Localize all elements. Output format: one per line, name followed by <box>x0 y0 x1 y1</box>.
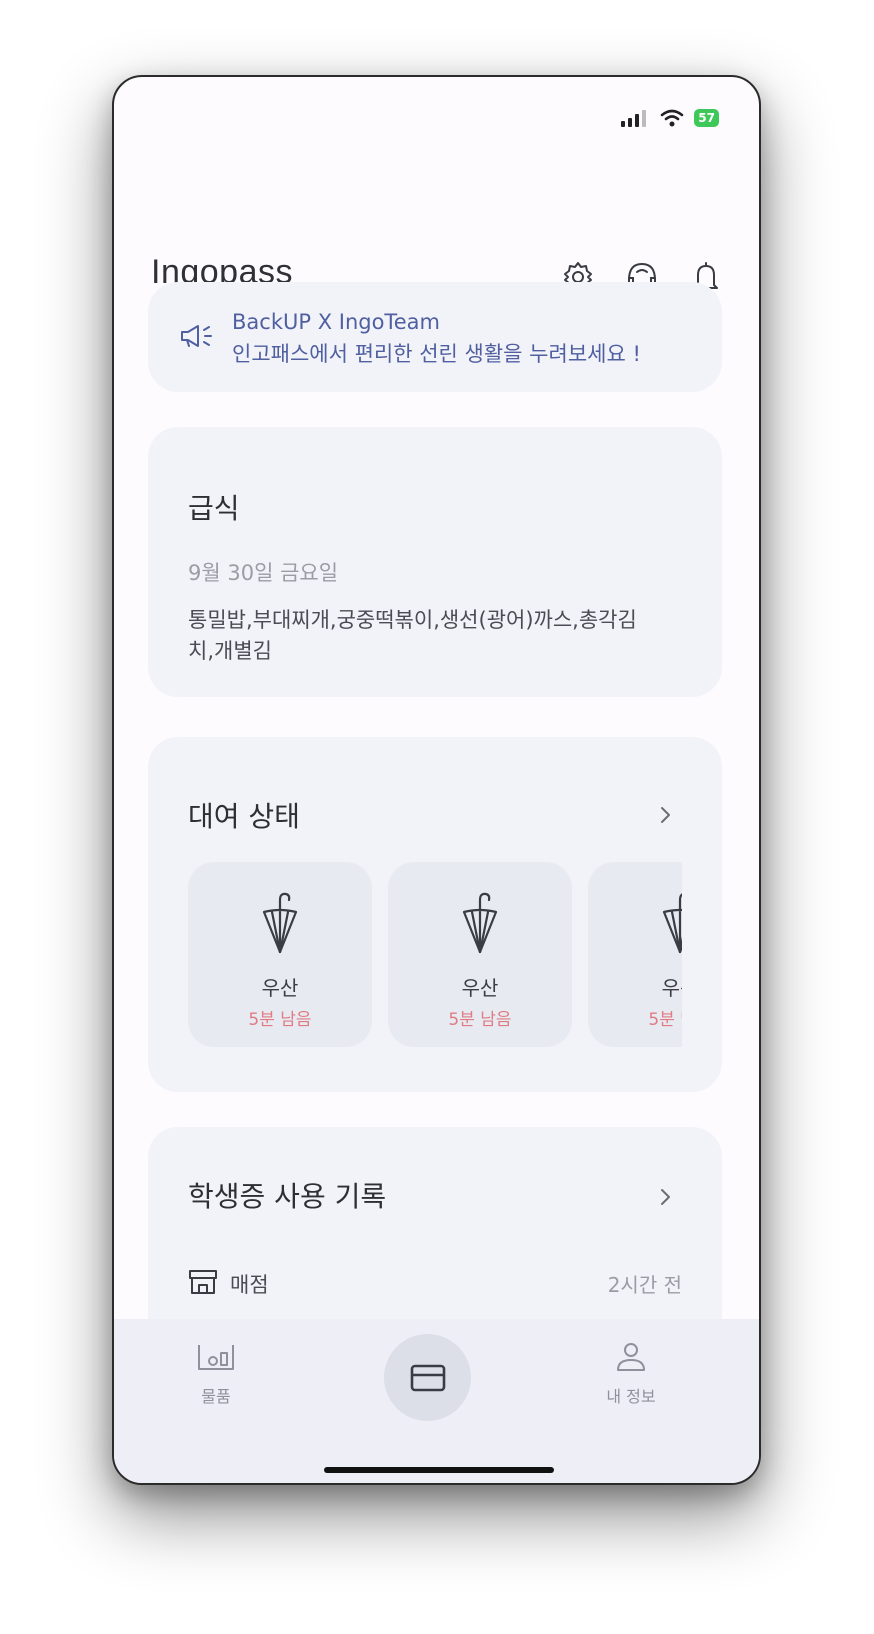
umbrella-icon <box>662 893 682 954</box>
megaphone-icon <box>181 325 212 347</box>
status-icons: 57 <box>620 109 719 127</box>
store-icon <box>189 1270 217 1294</box>
phone-screen: 57 Ingopass BackUP X IngoTeam 인고패스에서 편리한… <box>112 75 761 1485</box>
status-bar: 57 <box>114 77 759 157</box>
home-indicator[interactable] <box>324 1467 554 1473</box>
notice-title: BackUP X IngoTeam <box>232 310 440 334</box>
person-icon <box>617 1343 645 1371</box>
meal-menu: 통밀밥,부대찌개,궁중떡볶이,생선(광어)까스,총각김치,개별김 <box>188 608 637 663</box>
rental-status-card: 대여 상태 우산 5분 남음 우산 5분 남음 우 5분 <box>148 737 722 1092</box>
wifi-icon <box>660 109 684 127</box>
cellular-signal-icon <box>621 110 647 127</box>
rental-item-name: 우산 <box>461 976 499 1000</box>
chevron-right-icon[interactable] <box>653 803 677 827</box>
meal-card[interactable]: 급식 9월 30일 금요일 통밀밥,부대찌개,궁중떡볶이,생선(광어)까스,총각… <box>148 427 722 697</box>
meal-title: 급식 <box>188 492 240 525</box>
rental-item-name: 우산 <box>261 976 299 1000</box>
rental-item-name: 우산 <box>661 976 682 1000</box>
rental-item[interactable]: 우산 5분 남음 <box>388 862 572 1047</box>
notice-banner[interactable]: BackUP X IngoTeam 인고패스에서 편리한 선린 생활을 누려보세… <box>148 282 722 392</box>
history-row-time: 2시간 전 <box>607 1273 682 1297</box>
rental-item-time: 5분 남음 <box>648 1010 682 1030</box>
history-row[interactable]: 매점 2시간 전 <box>188 1267 682 1297</box>
items-icon <box>198 1345 234 1370</box>
student-id-card-button[interactable] <box>384 1334 471 1421</box>
card-icon <box>410 1364 445 1391</box>
rental-item-time: 5분 남음 <box>248 1010 312 1030</box>
history-title: 학생증 사용 기록 <box>188 1180 387 1213</box>
rental-item-list[interactable]: 우산 5분 남음 우산 5분 남음 우 5분 <box>188 862 682 1047</box>
rental-item-time: 5분 남음 <box>448 1010 512 1030</box>
tab-items[interactable]: 물품 <box>166 1341 266 1407</box>
meal-date: 9월 30일 금요일 <box>188 561 339 585</box>
rental-item[interactable]: 우산 5분 남음 <box>588 862 682 1047</box>
umbrella-icon <box>462 892 498 954</box>
tab-items-label: 물품 <box>201 1387 231 1406</box>
notice-message: 인고패스에서 편리한 선린 생활을 누려보세요 ! <box>232 342 641 366</box>
battery-icon: 57 <box>694 109 719 127</box>
rental-item[interactable]: 우산 5분 남음 <box>188 862 372 1047</box>
tab-my-info[interactable]: 내 정보 <box>581 1341 681 1407</box>
chevron-right-icon[interactable] <box>653 1185 677 1209</box>
tab-my-info-label: 내 정보 <box>606 1387 656 1406</box>
history-row-label: 매점 <box>230 1273 269 1297</box>
umbrella-icon <box>262 892 298 954</box>
bottom-tab-bar: 물품 내 정보 <box>114 1319 759 1483</box>
rental-title: 대여 상태 <box>188 800 300 833</box>
